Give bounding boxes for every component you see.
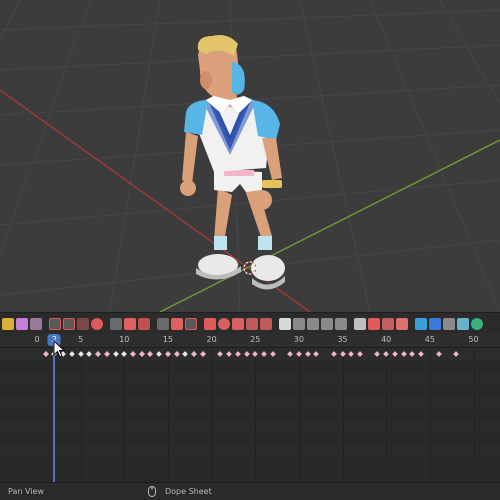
record-icon[interactable]	[91, 317, 103, 330]
channel-row	[0, 444, 500, 456]
dope-sheet[interactable]: 0 5 10 15 20 25 30 35 40 45 50 2	[0, 334, 500, 482]
frame-tick-label: 0	[34, 335, 40, 344]
status-bar: Pan View Dope Sheet	[0, 482, 500, 500]
layer-icon[interactable]	[293, 317, 305, 330]
snap-icon[interactable]	[415, 317, 427, 330]
frame-gridline	[255, 347, 257, 482]
flip-pose-icon[interactable]	[138, 317, 150, 330]
mouse-icon	[148, 486, 156, 499]
deselect-icon[interactable]	[185, 317, 197, 330]
channel-row	[0, 420, 500, 432]
handle-icon[interactable]	[63, 317, 75, 330]
frame-tick-label: 50	[468, 335, 479, 344]
paste-pose-icon[interactable]	[124, 317, 136, 330]
grab-icon[interactable]	[457, 317, 469, 330]
object-icon[interactable]	[335, 317, 347, 330]
frame-icon[interactable]	[321, 317, 333, 330]
constraint-icon[interactable]	[77, 317, 89, 330]
modifier-icon[interactable]	[368, 317, 380, 330]
frame-tick-label: 5	[78, 335, 84, 344]
frame-gridline	[211, 347, 213, 482]
frame-tick-label: 30	[293, 335, 304, 344]
bookmark-icon[interactable]	[279, 317, 291, 330]
keyframe-icon[interactable]	[2, 317, 14, 330]
frame-gridline	[342, 347, 344, 482]
frame-gridline	[167, 347, 169, 482]
curve-icon[interactable]	[30, 317, 42, 330]
select-icon[interactable]	[171, 317, 183, 330]
link-icon[interactable]	[354, 317, 366, 330]
y-axis-line	[159, 139, 500, 312]
channel-row	[0, 372, 500, 384]
frame-ruler[interactable]: 0 5 10 15 20 25 30 35 40 45 50 2	[0, 334, 500, 348]
particle-icon[interactable]	[382, 317, 394, 330]
frame-gridline	[298, 347, 300, 482]
frame-tick-label: 15	[162, 335, 174, 344]
channel-row	[0, 396, 500, 408]
frame-tick-label: 10	[119, 335, 130, 344]
loc-icon[interactable]	[232, 317, 244, 330]
bone-icon[interactable]	[16, 317, 28, 330]
frame-gridline	[429, 347, 431, 482]
measure-icon[interactable]	[429, 317, 441, 330]
frame-gridline	[124, 347, 126, 482]
tool-icon[interactable]	[396, 317, 408, 330]
frame-gridline	[473, 347, 475, 482]
3d-viewport[interactable]	[0, 0, 500, 312]
status-dope-sheet: Dope Sheet	[165, 487, 212, 496]
globe-icon[interactable]	[471, 317, 483, 330]
transform-icon[interactable]	[443, 317, 455, 330]
person-icon[interactable]	[204, 317, 216, 330]
frame-tick-label: 25	[250, 335, 261, 344]
status-pan-view: Pan View	[8, 487, 44, 496]
collection-icon[interactable]	[307, 317, 319, 330]
copy-pose-icon[interactable]	[110, 317, 122, 330]
viewport-scene	[0, 0, 500, 312]
channel-row-summary	[0, 348, 500, 360]
frame-tick-label: 40	[381, 335, 392, 344]
frame-tick-label: 20	[206, 335, 217, 344]
rot-icon[interactable]	[246, 317, 258, 330]
frame-tick-label: 35	[337, 335, 348, 344]
frame-gridline	[386, 347, 388, 482]
frame-gridline	[80, 347, 82, 482]
clock-icon[interactable]	[218, 317, 230, 330]
ik-icon[interactable]	[49, 317, 61, 330]
mouse-cursor-icon	[53, 339, 66, 362]
blender-window: 0 5 10 15 20 25 30 35 40 45 50 2 Pan View Dope Shee…	[0, 0, 500, 500]
playhead[interactable]	[53, 346, 56, 482]
frame-tick-label: 45	[424, 335, 435, 344]
dope-sheet-toolbar	[0, 312, 500, 334]
character-model[interactable]	[180, 35, 285, 290]
scale-icon[interactable]	[260, 317, 272, 330]
mirror-icon[interactable]	[157, 317, 169, 330]
